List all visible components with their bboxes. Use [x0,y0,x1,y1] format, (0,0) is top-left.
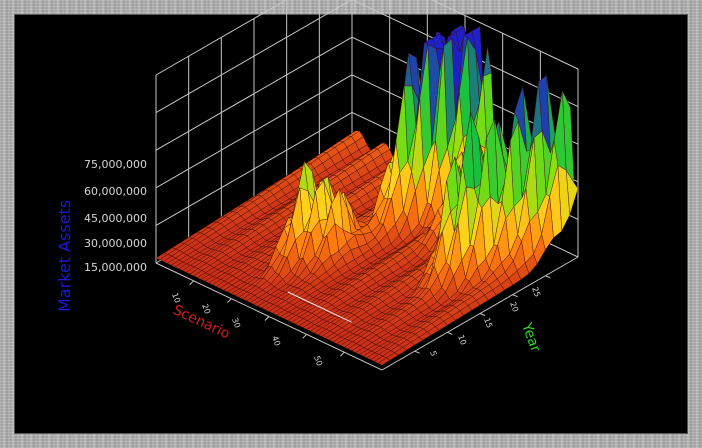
axis-tick [545,275,551,279]
surface-chart: Market Assets Scenario Year 15,000,000 3… [55,0,579,371]
year-tick-label: 10 [456,334,468,347]
scenario-tick-label: 10 [170,292,182,305]
axis-tick [264,316,270,321]
value-tick-label: 15,000,000 [84,261,147,274]
axis-tick [447,331,453,335]
axis-tick [189,280,195,286]
axis-tick [414,350,420,354]
year-tick-label: 25 [530,286,542,299]
value-tick-label: 30,000,000 [84,237,147,250]
value-tick-label: 60,000,000 [84,185,147,198]
scenario-tick-label: 40 [270,335,282,348]
axis-tick [479,313,486,316]
y-axis-label: Market Assets [55,200,74,312]
value-tick-label: 75,000,000 [84,158,147,171]
z-axis-label: Year [518,320,544,354]
axis-tick [226,298,232,304]
axis-tick [302,333,308,339]
axis-tick [339,351,345,357]
year-tick-label: 5 [428,350,438,358]
axis-tick [512,294,518,298]
year-tick-label: 20 [508,301,520,314]
year-tick-label: 15 [482,317,494,330]
scenario-tick-label: 50 [312,355,324,368]
value-tick-label: 45,000,000 [84,212,147,225]
